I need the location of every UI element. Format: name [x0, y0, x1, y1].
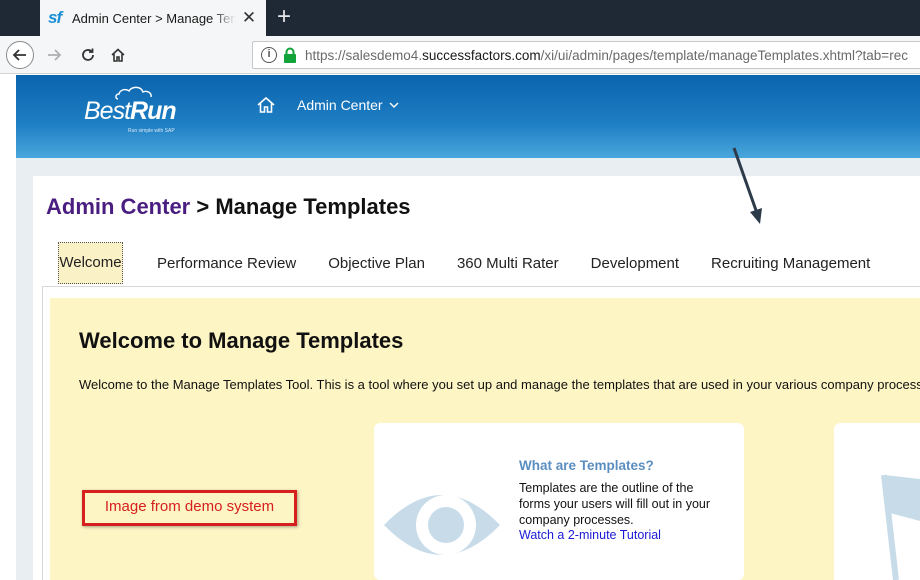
logo-text: BestRun [84, 97, 177, 126]
chevron-down-icon [389, 102, 399, 108]
back-arrow-icon [12, 49, 26, 61]
templates-info-card: What are Templates? Templates are the ou… [374, 423, 744, 580]
successfactors-favicon-icon: sf [48, 8, 62, 27]
tab-recruiting-management[interactable]: Recruiting Management [695, 242, 886, 286]
logo-text-bold: Run [130, 97, 177, 125]
home-icon[interactable] [256, 95, 276, 115]
welcome-description: Welcome to the Manage Templates Tool. Th… [79, 377, 920, 392]
browser-tab-title: Admin Center > Manage Temp [72, 10, 236, 26]
browser-tab[interactable]: sf Admin Center > Manage Temp ✕ [40, 0, 266, 36]
reload-button[interactable] [74, 41, 102, 69]
card-title: What are Templates? [519, 458, 654, 473]
browser-tab-strip: sf Admin Center > Manage Temp ✕ + [0, 0, 920, 36]
bestrun-logo[interactable]: BestRun Run simple with SAP [84, 86, 194, 143]
tab-objective-plan[interactable]: Objective Plan [312, 242, 441, 286]
page-title: Admin Center > Manage Templates [46, 194, 411, 220]
eye-icon [384, 495, 500, 555]
logo-text-main: Best [84, 97, 131, 125]
app-header: BestRun Run simple with SAP Admin Center [16, 75, 920, 158]
annotation-arrow-icon [732, 147, 762, 224]
tab-welcome[interactable]: Welcome [58, 242, 123, 284]
breadcrumb-current: Manage Templates [215, 194, 411, 219]
logo-tagline: Run simple with SAP [128, 128, 175, 134]
forward-arrow-icon [48, 49, 62, 61]
breadcrumb-separator: > [190, 194, 216, 219]
flag-icon [881, 474, 920, 580]
breadcrumb-admin-center-link[interactable]: Admin Center [46, 194, 190, 219]
home-icon [111, 48, 125, 62]
url-prefix: https://salesdemo4. [305, 47, 423, 63]
url-path: /xi/ui/admin/pages/template/manageTempla… [540, 47, 908, 63]
card-text: Templates are the outline of the forms y… [519, 481, 711, 527]
tutorial-link[interactable]: Watch a 2-minute Tutorial [519, 528, 661, 542]
close-tab-icon[interactable]: ✕ [240, 9, 258, 27]
admin-center-menu-label: Admin Center [297, 97, 383, 113]
lock-icon [284, 47, 296, 63]
page-left-margin [0, 75, 16, 580]
tab-divider [42, 286, 920, 287]
tab-panel-border [42, 286, 43, 580]
template-tabs: Welcome Performance Review Objective Pla… [44, 242, 886, 286]
site-info-icon[interactable]: i [261, 47, 277, 63]
tab-360-multi-rater[interactable]: 360 Multi Rater [441, 242, 575, 286]
new-tab-icon[interactable]: + [272, 4, 296, 30]
reload-icon [82, 48, 94, 61]
welcome-title: Welcome to Manage Templates [79, 328, 404, 353]
admin-center-menu[interactable]: Admin Center [297, 97, 399, 113]
url-domain: successfactors.com [422, 47, 541, 63]
tab-performance-review[interactable]: Performance Review [141, 242, 312, 286]
browser-navbar: i https://salesdemo4.successfactors.com/… [0, 36, 920, 74]
address-bar[interactable]: i https://salesdemo4.successfactors.com/… [252, 41, 920, 69]
tab-development[interactable]: Development [575, 242, 695, 286]
home-button[interactable] [104, 41, 132, 69]
forward-button[interactable] [40, 41, 68, 69]
second-info-card [834, 423, 920, 580]
back-button[interactable] [6, 41, 34, 69]
demo-system-annotation: Image from demo system [82, 490, 297, 526]
url-text: https://salesdemo4.successfactors.com/xi… [305, 48, 908, 63]
